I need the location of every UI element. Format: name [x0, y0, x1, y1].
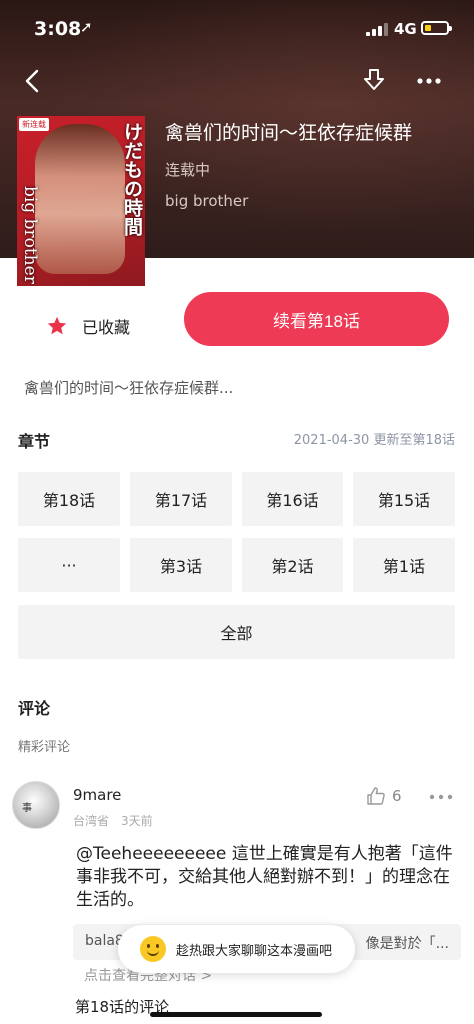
- download-icon[interactable]: [361, 66, 387, 96]
- like-button[interactable]: 6: [366, 786, 402, 806]
- reply-text: 像是對於「...: [365, 936, 449, 952]
- more-icon[interactable]: [414, 66, 444, 96]
- thumbs-up-icon: [367, 787, 385, 805]
- comic-description[interactable]: 禽兽们的时间～狂依存症候群...: [24, 377, 233, 398]
- chapter-item[interactable]: 第17话: [130, 472, 232, 526]
- cover-illustration: [35, 124, 125, 274]
- like-count: 6: [392, 787, 402, 805]
- chapter-item[interactable]: 第1话: [353, 538, 455, 592]
- status-time: 3:08: [34, 18, 82, 40]
- chapter-item[interactable]: 第15话: [353, 472, 455, 526]
- smiley-icon: [140, 936, 166, 962]
- chapter-item[interactable]: 第18话: [18, 472, 120, 526]
- chat-prompt-text: 趁热跟大家聊聊这本漫画吧: [176, 943, 333, 959]
- star-icon: [47, 316, 67, 335]
- chapter-item[interactable]: 第16话: [242, 472, 343, 526]
- home-indicator[interactable]: [150, 1012, 322, 1017]
- comment-more-icon[interactable]: [428, 788, 454, 806]
- chapter-item[interactable]: 第3话: [130, 538, 232, 592]
- comment-location: 台湾省: [73, 814, 110, 828]
- avatar[interactable]: 事: [12, 781, 60, 829]
- all-chapters-button[interactable]: 全部: [18, 605, 455, 659]
- comments-heading: 评论: [18, 699, 51, 718]
- cover-title-jp: けだもの時間: [121, 122, 143, 236]
- avatar-glyph: 事: [22, 803, 32, 814]
- comic-title: 禽兽们的时间～狂依存症候群: [165, 122, 413, 144]
- network-type: 4G: [394, 20, 417, 38]
- comic-status: 连载中: [165, 161, 211, 179]
- comic-author[interactable]: big brother: [165, 192, 412, 210]
- chapter-item[interactable]: 第2话: [242, 538, 343, 592]
- favorite-label: 已收藏: [82, 318, 131, 337]
- featured-comments-label: 精彩评论: [18, 740, 71, 755]
- chat-prompt-toast[interactable]: 趁热跟大家聊聊这本漫画吧: [118, 925, 355, 973]
- top-navigation: [0, 62, 474, 102]
- cover-tag: 新连载: [19, 118, 49, 131]
- comment-meta: 台湾省 3天前: [73, 812, 153, 829]
- comment-username[interactable]: 9mare: [73, 786, 121, 804]
- comic-info: 禽兽们的时间～狂依存症候群 连载中 big brother: [165, 118, 412, 210]
- chapter-ellipsis[interactable]: ···: [18, 538, 120, 592]
- chapters-heading: 章节: [18, 432, 51, 451]
- signal-icon: [366, 22, 388, 36]
- comment-time: 3天前: [121, 814, 153, 828]
- status-bar: 3:08 ➚ 4G: [0, 16, 474, 44]
- location-arrow-icon: ➚: [80, 18, 93, 36]
- continue-reading-button[interactable]: 续看第18话: [184, 292, 449, 346]
- update-info: 2021-04-30 更新至第18话: [293, 433, 455, 448]
- comic-cover: 新连载 けだもの時間 big brother: [17, 116, 145, 286]
- battery-icon: [421, 21, 452, 35]
- favorite-button[interactable]: 已收藏: [46, 313, 130, 339]
- cover-title-en: big brother: [20, 186, 40, 284]
- chevron-left-icon[interactable]: [20, 66, 44, 96]
- comment-text: @Teeheeeeeeeee 這世上確實是有人抱著「這件事非我不可，交給其他人絕…: [76, 844, 453, 910]
